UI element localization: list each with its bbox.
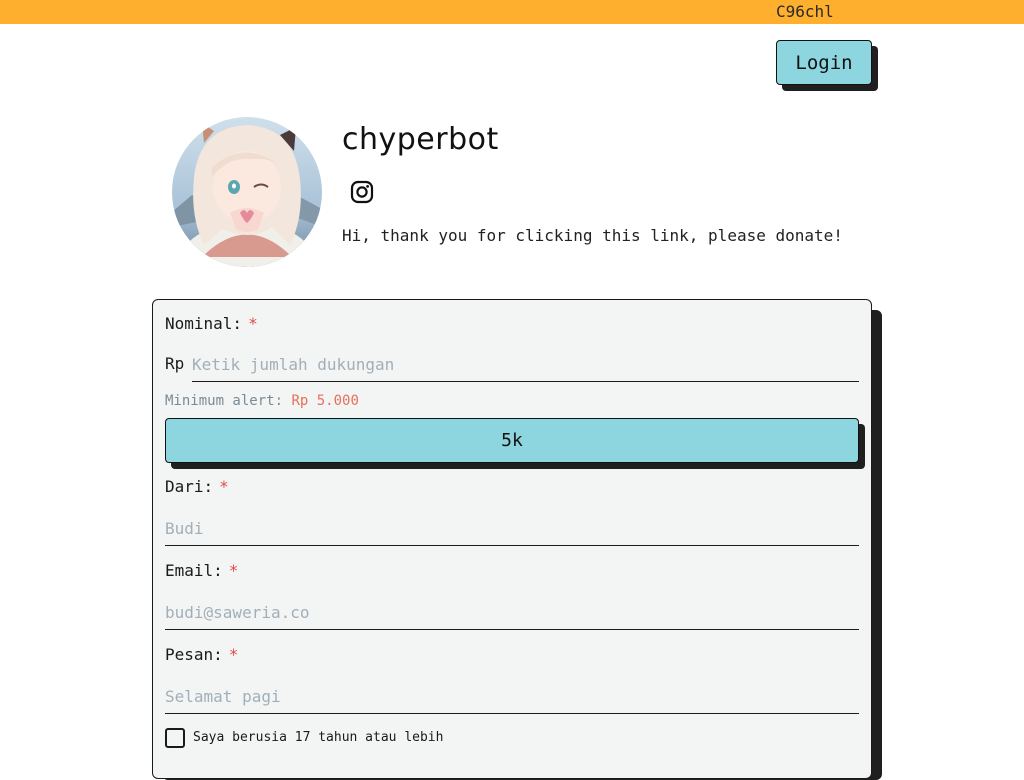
login-button[interactable]: Login xyxy=(776,40,872,85)
min-alert-amount: Rp 5.000 xyxy=(291,393,359,409)
donation-form: Nominal:* Rp Minimum alert: Rp 5.000 5k … xyxy=(152,299,872,779)
profile-bio: Hi, thank you for clicking this link, pl… xyxy=(342,226,843,245)
age-check-row: Saya berusia 17 tahun atau lebih xyxy=(165,728,443,748)
dari-label: Dari: * xyxy=(165,477,229,497)
email-label: Email: * xyxy=(165,561,238,581)
required-mark: * xyxy=(228,561,239,580)
banner-code: C96chl xyxy=(776,2,834,21)
age-checkbox[interactable] xyxy=(165,728,185,748)
preset-wrap: 5k xyxy=(165,418,865,469)
currency-prefix: Rp xyxy=(165,354,185,373)
pesan-input[interactable] xyxy=(165,680,859,714)
dari-input[interactable] xyxy=(165,512,859,546)
profile-name: chyperbot xyxy=(342,122,499,157)
pesan-label: Pesan: * xyxy=(165,645,238,665)
nominal-input[interactable] xyxy=(192,348,859,382)
pesan-label-text: Pesan: xyxy=(165,645,223,664)
email-input[interactable] xyxy=(165,596,859,630)
required-mark: * xyxy=(219,477,229,496)
preset-5k-button[interactable]: 5k xyxy=(165,418,859,463)
age-check-label: Saya berusia 17 tahun atau lebih xyxy=(193,730,444,745)
required-mark: * xyxy=(228,645,239,664)
min-alert: Minimum alert: Rp 5.000 xyxy=(165,392,359,410)
required-mark: * xyxy=(248,314,258,333)
dari-label-text: Dari: xyxy=(165,477,214,496)
top-banner: C96chl xyxy=(0,0,1024,24)
min-alert-label: Minimum alert: xyxy=(165,393,284,409)
nominal-label: Nominal: * xyxy=(165,314,258,334)
avatar-illustration xyxy=(172,117,322,267)
email-label-text: Email: xyxy=(165,561,223,580)
instagram-icon[interactable] xyxy=(350,180,374,204)
nominal-label-text: Nominal: xyxy=(165,314,243,333)
avatar xyxy=(172,117,322,267)
